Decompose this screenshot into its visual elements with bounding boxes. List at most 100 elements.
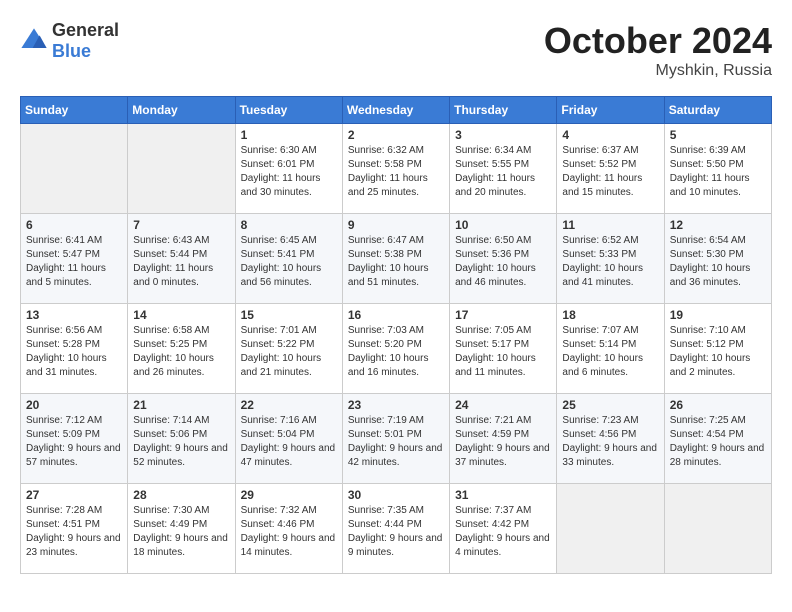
sunset-text: Sunset: 5:41 PM: [241, 249, 315, 260]
sunset-text: Sunset: 5:22 PM: [241, 339, 315, 350]
day-number: 16: [348, 308, 444, 322]
day-number: 28: [133, 488, 229, 502]
calendar-cell: 14 Sunrise: 6:58 AM Sunset: 5:25 PM Dayl…: [128, 304, 235, 394]
calendar-cell: 2 Sunrise: 6:32 AM Sunset: 5:58 PM Dayli…: [342, 124, 449, 214]
sunset-text: Sunset: 5:55 PM: [455, 159, 529, 170]
calendar-cell: 8 Sunrise: 6:45 AM Sunset: 5:41 PM Dayli…: [235, 214, 342, 304]
daylight-text: Daylight: 9 hours and 33 minutes.: [562, 443, 657, 468]
day-number: 29: [241, 488, 337, 502]
sunset-text: Sunset: 5:44 PM: [133, 249, 207, 260]
day-number: 17: [455, 308, 551, 322]
day-info: Sunrise: 7:03 AM Sunset: 5:20 PM Dayligh…: [348, 324, 444, 380]
day-number: 30: [348, 488, 444, 502]
logo-text-general: General: [52, 20, 119, 40]
calendar-cell: 3 Sunrise: 6:34 AM Sunset: 5:55 PM Dayli…: [450, 124, 557, 214]
calendar-cell: 18 Sunrise: 7:07 AM Sunset: 5:14 PM Dayl…: [557, 304, 664, 394]
day-header-monday: Monday: [128, 97, 235, 124]
calendar-cell: 15 Sunrise: 7:01 AM Sunset: 5:22 PM Dayl…: [235, 304, 342, 394]
title-area: October 2024 Myshkin, Russia: [544, 20, 772, 80]
sunrise-text: Sunrise: 7:01 AM: [241, 325, 317, 336]
calendar-cell: 1 Sunrise: 6:30 AM Sunset: 6:01 PM Dayli…: [235, 124, 342, 214]
calendar-cell: 9 Sunrise: 6:47 AM Sunset: 5:38 PM Dayli…: [342, 214, 449, 304]
day-info: Sunrise: 7:12 AM Sunset: 5:09 PM Dayligh…: [26, 414, 122, 470]
sunset-text: Sunset: 5:28 PM: [26, 339, 100, 350]
calendar-cell: 29 Sunrise: 7:32 AM Sunset: 4:46 PM Dayl…: [235, 484, 342, 574]
day-header-saturday: Saturday: [664, 97, 771, 124]
calendar-cell: 26 Sunrise: 7:25 AM Sunset: 4:54 PM Dayl…: [664, 394, 771, 484]
day-info: Sunrise: 6:45 AM Sunset: 5:41 PM Dayligh…: [241, 234, 337, 290]
day-number: 13: [26, 308, 122, 322]
day-info: Sunrise: 6:30 AM Sunset: 6:01 PM Dayligh…: [241, 144, 337, 200]
sunset-text: Sunset: 5:30 PM: [670, 249, 744, 260]
day-info: Sunrise: 6:58 AM Sunset: 5:25 PM Dayligh…: [133, 324, 229, 380]
calendar-cell: [557, 484, 664, 574]
sunrise-text: Sunrise: 7:03 AM: [348, 325, 424, 336]
calendar-cell: 20 Sunrise: 7:12 AM Sunset: 5:09 PM Dayl…: [21, 394, 128, 484]
calendar-cell: [21, 124, 128, 214]
day-info: Sunrise: 6:54 AM Sunset: 5:30 PM Dayligh…: [670, 234, 766, 290]
sunset-text: Sunset: 5:52 PM: [562, 159, 636, 170]
sunrise-text: Sunrise: 7:23 AM: [562, 415, 638, 426]
daylight-text: Daylight: 9 hours and 9 minutes.: [348, 533, 443, 558]
daylight-text: Daylight: 9 hours and 28 minutes.: [670, 443, 765, 468]
daylight-text: Daylight: 9 hours and 37 minutes.: [455, 443, 550, 468]
sunrise-text: Sunrise: 6:52 AM: [562, 235, 638, 246]
day-number: 18: [562, 308, 658, 322]
day-header-sunday: Sunday: [21, 97, 128, 124]
calendar-cell: 27 Sunrise: 7:28 AM Sunset: 4:51 PM Dayl…: [21, 484, 128, 574]
daylight-text: Daylight: 9 hours and 57 minutes.: [26, 443, 121, 468]
sunrise-text: Sunrise: 7:16 AM: [241, 415, 317, 426]
calendar-cell: 28 Sunrise: 7:30 AM Sunset: 4:49 PM Dayl…: [128, 484, 235, 574]
sunrise-text: Sunrise: 6:56 AM: [26, 325, 102, 336]
sunset-text: Sunset: 4:56 PM: [562, 429, 636, 440]
day-info: Sunrise: 7:30 AM Sunset: 4:49 PM Dayligh…: [133, 504, 229, 560]
daylight-text: Daylight: 9 hours and 18 minutes.: [133, 533, 228, 558]
calendar-cell: 19 Sunrise: 7:10 AM Sunset: 5:12 PM Dayl…: [664, 304, 771, 394]
sunrise-text: Sunrise: 7:10 AM: [670, 325, 746, 336]
sunset-text: Sunset: 4:59 PM: [455, 429, 529, 440]
day-info: Sunrise: 7:25 AM Sunset: 4:54 PM Dayligh…: [670, 414, 766, 470]
calendar-cell: 6 Sunrise: 6:41 AM Sunset: 5:47 PM Dayli…: [21, 214, 128, 304]
day-number: 24: [455, 398, 551, 412]
daylight-text: Daylight: 10 hours and 16 minutes.: [348, 353, 429, 378]
sunset-text: Sunset: 6:01 PM: [241, 159, 315, 170]
day-info: Sunrise: 6:34 AM Sunset: 5:55 PM Dayligh…: [455, 144, 551, 200]
daylight-text: Daylight: 11 hours and 25 minutes.: [348, 173, 428, 198]
day-info: Sunrise: 7:01 AM Sunset: 5:22 PM Dayligh…: [241, 324, 337, 380]
calendar-week-3: 13 Sunrise: 6:56 AM Sunset: 5:28 PM Dayl…: [21, 304, 772, 394]
daylight-text: Daylight: 9 hours and 47 minutes.: [241, 443, 336, 468]
sunset-text: Sunset: 5:50 PM: [670, 159, 744, 170]
month-title: October 2024: [544, 20, 772, 62]
daylight-text: Daylight: 11 hours and 15 minutes.: [562, 173, 642, 198]
daylight-text: Daylight: 11 hours and 30 minutes.: [241, 173, 321, 198]
day-number: 21: [133, 398, 229, 412]
sunrise-text: Sunrise: 6:39 AM: [670, 145, 746, 156]
day-header-wednesday: Wednesday: [342, 97, 449, 124]
sunrise-text: Sunrise: 6:58 AM: [133, 325, 209, 336]
sunset-text: Sunset: 5:36 PM: [455, 249, 529, 260]
daylight-text: Daylight: 10 hours and 11 minutes.: [455, 353, 536, 378]
day-number: 3: [455, 128, 551, 142]
calendar-cell: 30 Sunrise: 7:35 AM Sunset: 4:44 PM Dayl…: [342, 484, 449, 574]
daylight-text: Daylight: 10 hours and 41 minutes.: [562, 263, 643, 288]
sunrise-text: Sunrise: 6:50 AM: [455, 235, 531, 246]
daylight-text: Daylight: 11 hours and 0 minutes.: [133, 263, 213, 288]
logo-text-blue: Blue: [52, 41, 91, 61]
calendar-cell: 24 Sunrise: 7:21 AM Sunset: 4:59 PM Dayl…: [450, 394, 557, 484]
calendar-cell: 31 Sunrise: 7:37 AM Sunset: 4:42 PM Dayl…: [450, 484, 557, 574]
sunrise-text: Sunrise: 7:05 AM: [455, 325, 531, 336]
sunset-text: Sunset: 4:54 PM: [670, 429, 744, 440]
sunset-text: Sunset: 5:58 PM: [348, 159, 422, 170]
sunrise-text: Sunrise: 6:45 AM: [241, 235, 317, 246]
day-number: 31: [455, 488, 551, 502]
day-info: Sunrise: 6:32 AM Sunset: 5:58 PM Dayligh…: [348, 144, 444, 200]
sunrise-text: Sunrise: 7:28 AM: [26, 505, 102, 516]
daylight-text: Daylight: 11 hours and 10 minutes.: [670, 173, 750, 198]
day-info: Sunrise: 6:47 AM Sunset: 5:38 PM Dayligh…: [348, 234, 444, 290]
day-number: 6: [26, 218, 122, 232]
day-number: 23: [348, 398, 444, 412]
sunset-text: Sunset: 4:44 PM: [348, 519, 422, 530]
day-info: Sunrise: 7:07 AM Sunset: 5:14 PM Dayligh…: [562, 324, 658, 380]
day-number: 11: [562, 218, 658, 232]
calendar-week-5: 27 Sunrise: 7:28 AM Sunset: 4:51 PM Dayl…: [21, 484, 772, 574]
